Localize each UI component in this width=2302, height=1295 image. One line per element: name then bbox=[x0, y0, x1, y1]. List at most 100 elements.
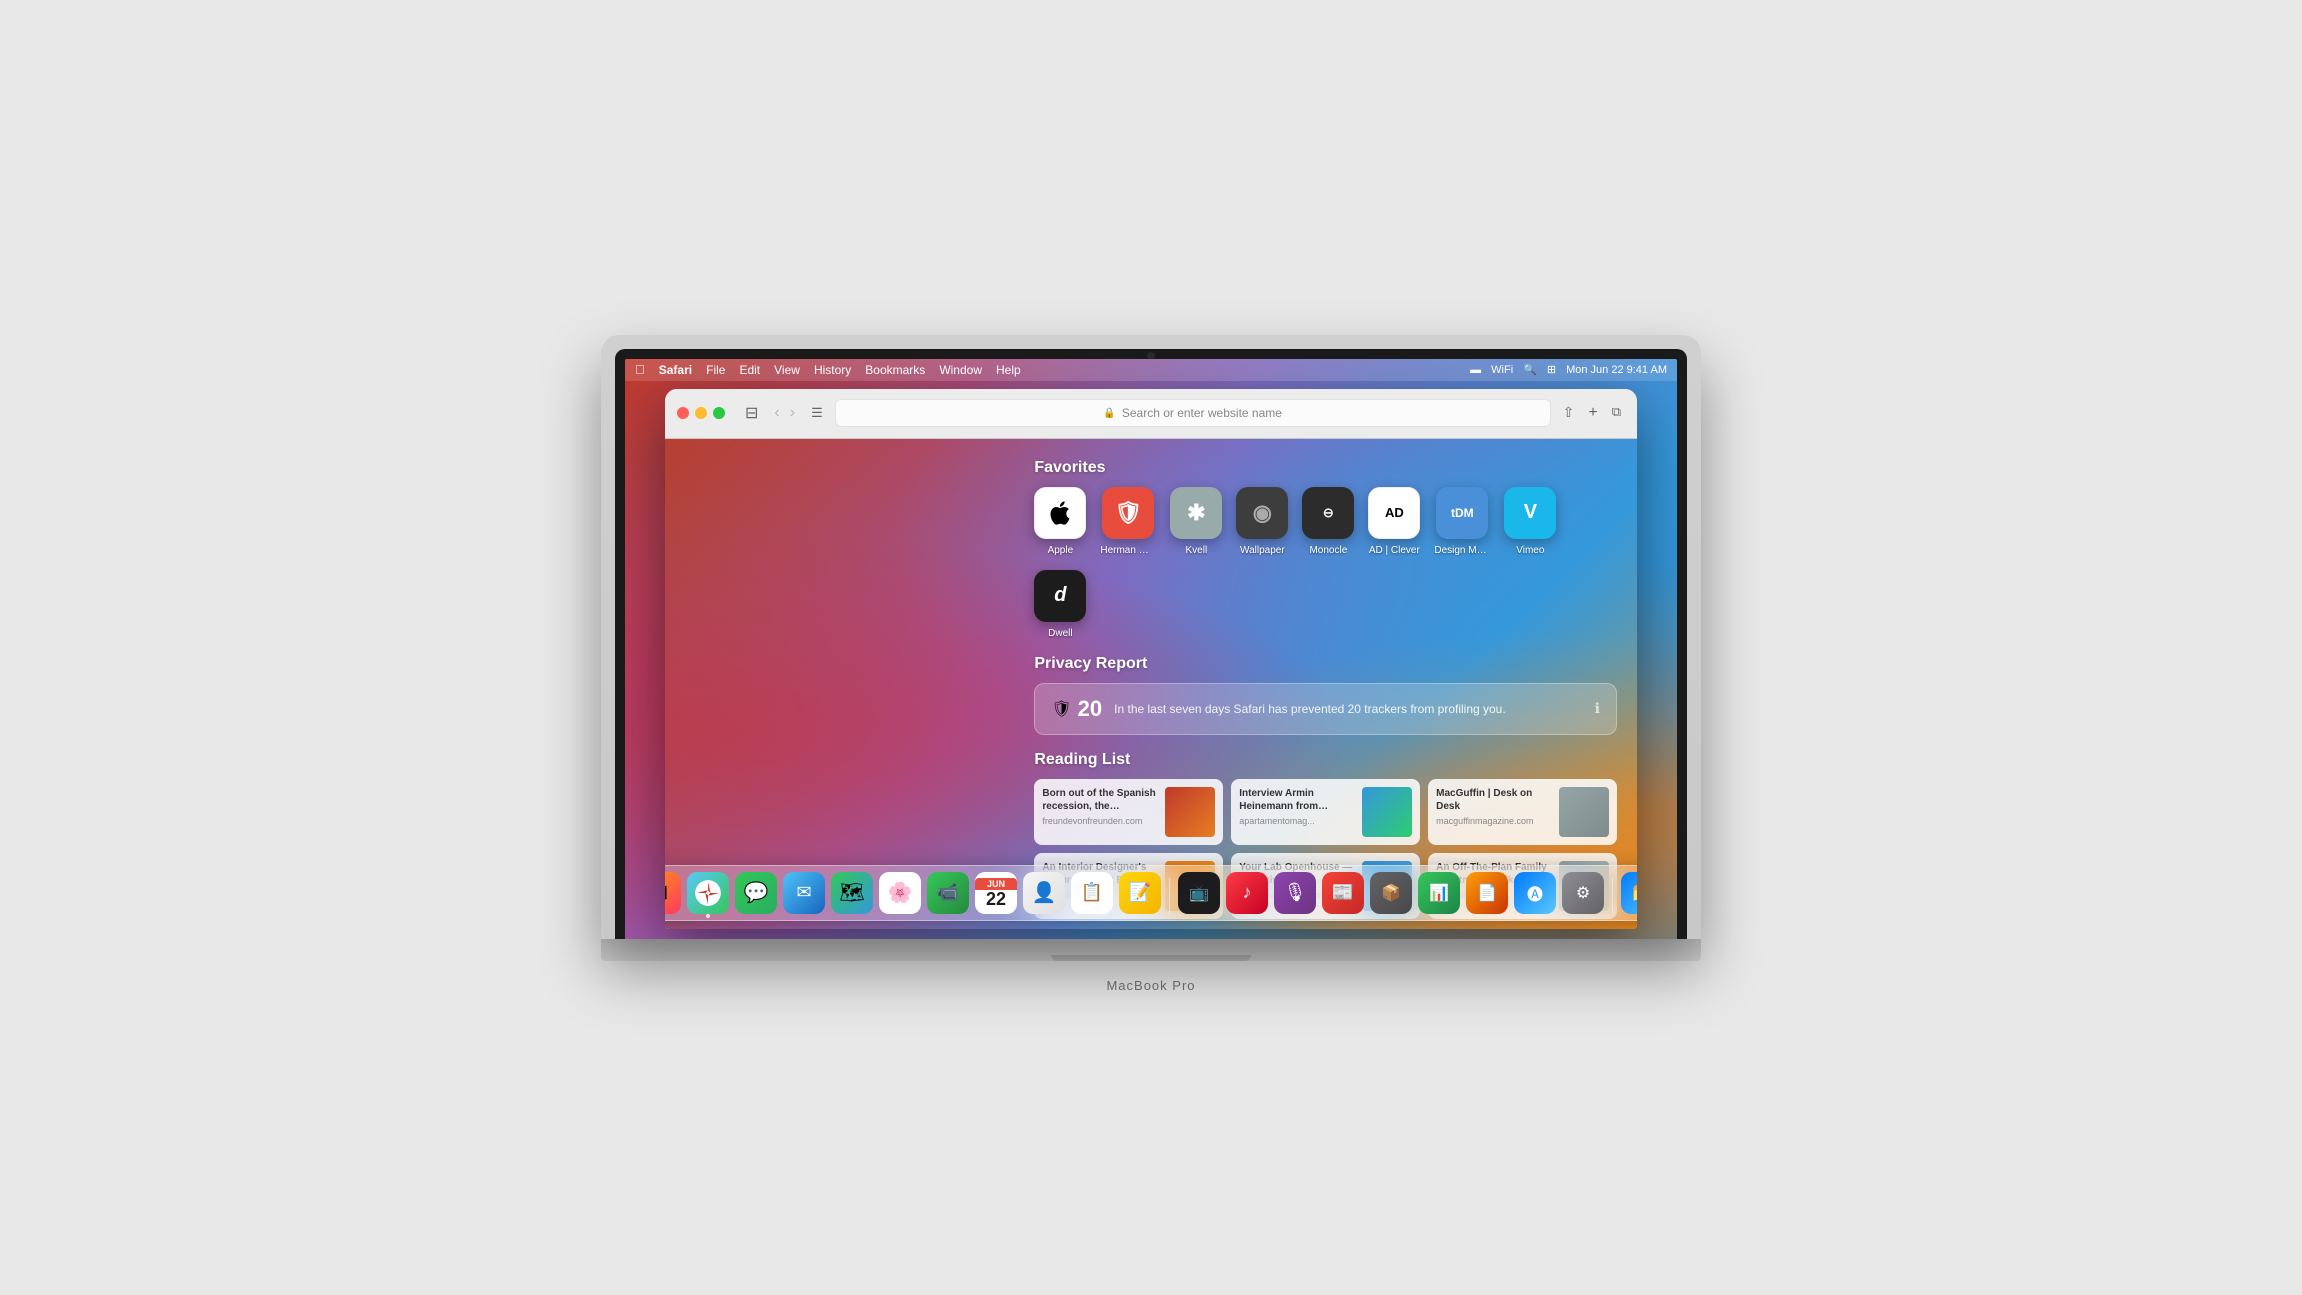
lock-icon: 🔒 bbox=[1103, 408, 1115, 419]
menu-window[interactable]: Window bbox=[939, 363, 982, 377]
favorite-kvell-label: Kvell bbox=[1186, 545, 1208, 556]
battery-icon: ▬ bbox=[1470, 364, 1481, 376]
favorites-grid: Apple 🛡 Herman Miller ✱ Kvell bbox=[1034, 487, 1617, 639]
reading-card-0-thumb bbox=[1165, 787, 1215, 837]
macbook-body:  Safari File Edit View History Bookmark… bbox=[601, 335, 1701, 939]
dock-pages[interactable]: 📄 bbox=[1466, 872, 1508, 914]
back-button[interactable]: ‹ bbox=[770, 400, 783, 426]
reading-card-0-url: freundevonfreunden.com bbox=[1042, 816, 1157, 826]
dock-reminders[interactable]: 📋 bbox=[1071, 872, 1113, 914]
privacy-count-area: 🛡 20 bbox=[1051, 696, 1102, 722]
dock-facetime[interactable]: 📹 bbox=[927, 872, 969, 914]
dock-maps[interactable]: 🗺 bbox=[831, 872, 873, 914]
macbook-foot bbox=[1051, 955, 1251, 961]
dock-safari[interactable] bbox=[687, 872, 729, 914]
favorite-wallpaper[interactable]: ◉ Wallpaper bbox=[1236, 487, 1288, 556]
dock-messages[interactable]: 💬 bbox=[735, 872, 777, 914]
menu-view[interactable]: View bbox=[774, 363, 800, 377]
favorite-vimeo[interactable]: V Vimeo bbox=[1504, 487, 1556, 556]
macbook-base bbox=[601, 939, 1701, 961]
favorite-ad[interactable]: AD AD | Clever bbox=[1368, 487, 1420, 556]
safari-content: Favorites Apple 🛡 bbox=[665, 439, 1637, 929]
dock: 🔵 ⊞ 💬 ✉ 🗺 🌸 📹 bbox=[665, 865, 1637, 921]
control-center-icon[interactable]: ⊞ bbox=[1547, 363, 1556, 376]
newtab-content: Favorites Apple 🛡 bbox=[1034, 459, 1617, 909]
url-bar[interactable]: 🔒 Search or enter website name bbox=[835, 399, 1551, 427]
privacy-info-icon[interactable]: ℹ bbox=[1595, 700, 1600, 717]
safari-toolbar: ⊟ ‹ › ☰ 🔒 Search or enter website name ⇧ bbox=[665, 389, 1637, 439]
favorite-kvell[interactable]: ✱ Kvell bbox=[1170, 487, 1222, 556]
menu-bookmarks[interactable]: Bookmarks bbox=[865, 363, 925, 377]
tab-overview-button[interactable]: ⧉ bbox=[1608, 400, 1625, 426]
dock-contacts[interactable]: 👤 bbox=[1023, 872, 1065, 914]
wifi-icon: WiFi bbox=[1491, 364, 1513, 376]
privacy-number: 20 bbox=[1078, 696, 1102, 722]
macbook-container:  Safari File Edit View History Bookmark… bbox=[601, 335, 1701, 961]
dock-news[interactable]: 📰 bbox=[1322, 872, 1364, 914]
favorite-vimeo-label: Vimeo bbox=[1516, 545, 1544, 556]
reader-icon[interactable]: ☰ bbox=[807, 401, 827, 425]
dock-mail[interactable]: ✉ bbox=[783, 872, 825, 914]
reading-card-2-thumb bbox=[1559, 787, 1609, 837]
macbook-label: MacBook Pro bbox=[1106, 978, 1195, 993]
sidebar-toggle-icon[interactable]: ⊟ bbox=[741, 399, 762, 427]
favorite-tdm[interactable]: tDM Design Museum bbox=[1434, 487, 1490, 556]
safari-window: ⊟ ‹ › ☰ 🔒 Search or enter website name ⇧ bbox=[665, 389, 1637, 929]
window-controls bbox=[677, 407, 725, 419]
privacy-card[interactable]: 🛡 20 In the last seven days Safari has p… bbox=[1034, 683, 1617, 735]
close-button[interactable] bbox=[677, 407, 689, 419]
privacy-section: Privacy Report 🛡 20 In the last seven da… bbox=[1034, 655, 1617, 735]
reading-list-title: Reading List bbox=[1034, 751, 1617, 769]
menu-history[interactable]: History bbox=[814, 363, 851, 377]
favorite-dwell[interactable]: d Dwell bbox=[1034, 570, 1086, 639]
dock-launchpad[interactable]: ⊞ bbox=[665, 872, 681, 914]
reading-card-0-title: Born out of the Spanish recession, the a… bbox=[1042, 787, 1157, 813]
macos-screen:  Safari File Edit View History Bookmark… bbox=[625, 359, 1677, 939]
favorite-ad-label: AD | Clever bbox=[1369, 545, 1420, 556]
reading-card-0[interactable]: Born out of the Spanish recession, the a… bbox=[1034, 779, 1223, 845]
dock-appstore[interactable]: 🅐 bbox=[1514, 872, 1556, 914]
favorites-title: Favorites bbox=[1034, 459, 1617, 477]
menu-bar:  Safari File Edit View History Bookmark… bbox=[625, 359, 1677, 381]
nav-icons: ‹ › bbox=[770, 400, 799, 426]
dock-numbers[interactable]: 📊 bbox=[1418, 872, 1460, 914]
favorites-section: Favorites Apple 🛡 bbox=[1034, 459, 1617, 639]
dock-photos[interactable]: 🌸 bbox=[879, 872, 921, 914]
menu-help[interactable]: Help bbox=[996, 363, 1021, 377]
minimize-button[interactable] bbox=[695, 407, 707, 419]
reading-card-1[interactable]: Interview Armin Heinemann from Paula... … bbox=[1231, 779, 1420, 845]
datetime: Mon Jun 22 9:41 AM bbox=[1566, 364, 1667, 376]
forward-button[interactable]: › bbox=[786, 400, 799, 426]
screen-bezel:  Safari File Edit View History Bookmark… bbox=[615, 349, 1687, 939]
dock-podcasts[interactable]: 🎙 bbox=[1274, 872, 1316, 914]
share-button[interactable]: ⇧ bbox=[1559, 400, 1579, 426]
dock-notes[interactable]: 📝 bbox=[1119, 872, 1161, 914]
dock-calendar[interactable]: JUN 22 bbox=[975, 872, 1017, 914]
favorite-herman[interactable]: 🛡 Herman Miller bbox=[1100, 487, 1156, 556]
dock-files[interactable]: 📁 bbox=[1621, 872, 1637, 914]
menu-file[interactable]: File bbox=[706, 363, 725, 377]
favorite-monocle[interactable]: ⊖ Monocle bbox=[1302, 487, 1354, 556]
shield-icon: 🛡 bbox=[1051, 699, 1071, 719]
privacy-title: Privacy Report bbox=[1034, 655, 1617, 673]
dock-divider-1 bbox=[1169, 878, 1170, 914]
reading-card-2[interactable]: MacGuffin | Desk on Desk macguffinmagazi… bbox=[1428, 779, 1617, 845]
dock-systemprefs[interactable]: ⚙ bbox=[1562, 872, 1604, 914]
favorite-wallpaper-label: Wallpaper bbox=[1240, 545, 1285, 556]
reading-card-1-title: Interview Armin Heinemann from Paula... bbox=[1239, 787, 1354, 813]
favorite-herman-label: Herman Miller bbox=[1100, 545, 1156, 556]
favorite-apple[interactable]: Apple bbox=[1034, 487, 1086, 556]
privacy-text: In the last seven days Safari has preven… bbox=[1114, 702, 1583, 716]
dock-divider-2 bbox=[1612, 878, 1613, 914]
dock-music[interactable]: ♪ bbox=[1226, 872, 1268, 914]
dock-appletv[interactable]: 📺 bbox=[1178, 872, 1220, 914]
menu-safari[interactable]: Safari bbox=[659, 363, 692, 377]
search-menu-icon[interactable]: 🔍 bbox=[1523, 363, 1537, 376]
apple-menu-icon[interactable]:  bbox=[635, 362, 645, 377]
maximize-button[interactable] bbox=[713, 407, 725, 419]
url-placeholder: Search or enter website name bbox=[1122, 406, 1282, 420]
dock-transporter[interactable]: 📦 bbox=[1370, 872, 1412, 914]
menu-edit[interactable]: Edit bbox=[739, 363, 760, 377]
reading-card-2-url: macguffinmagazine.com bbox=[1436, 816, 1551, 826]
new-tab-button[interactable]: + bbox=[1584, 400, 1601, 426]
